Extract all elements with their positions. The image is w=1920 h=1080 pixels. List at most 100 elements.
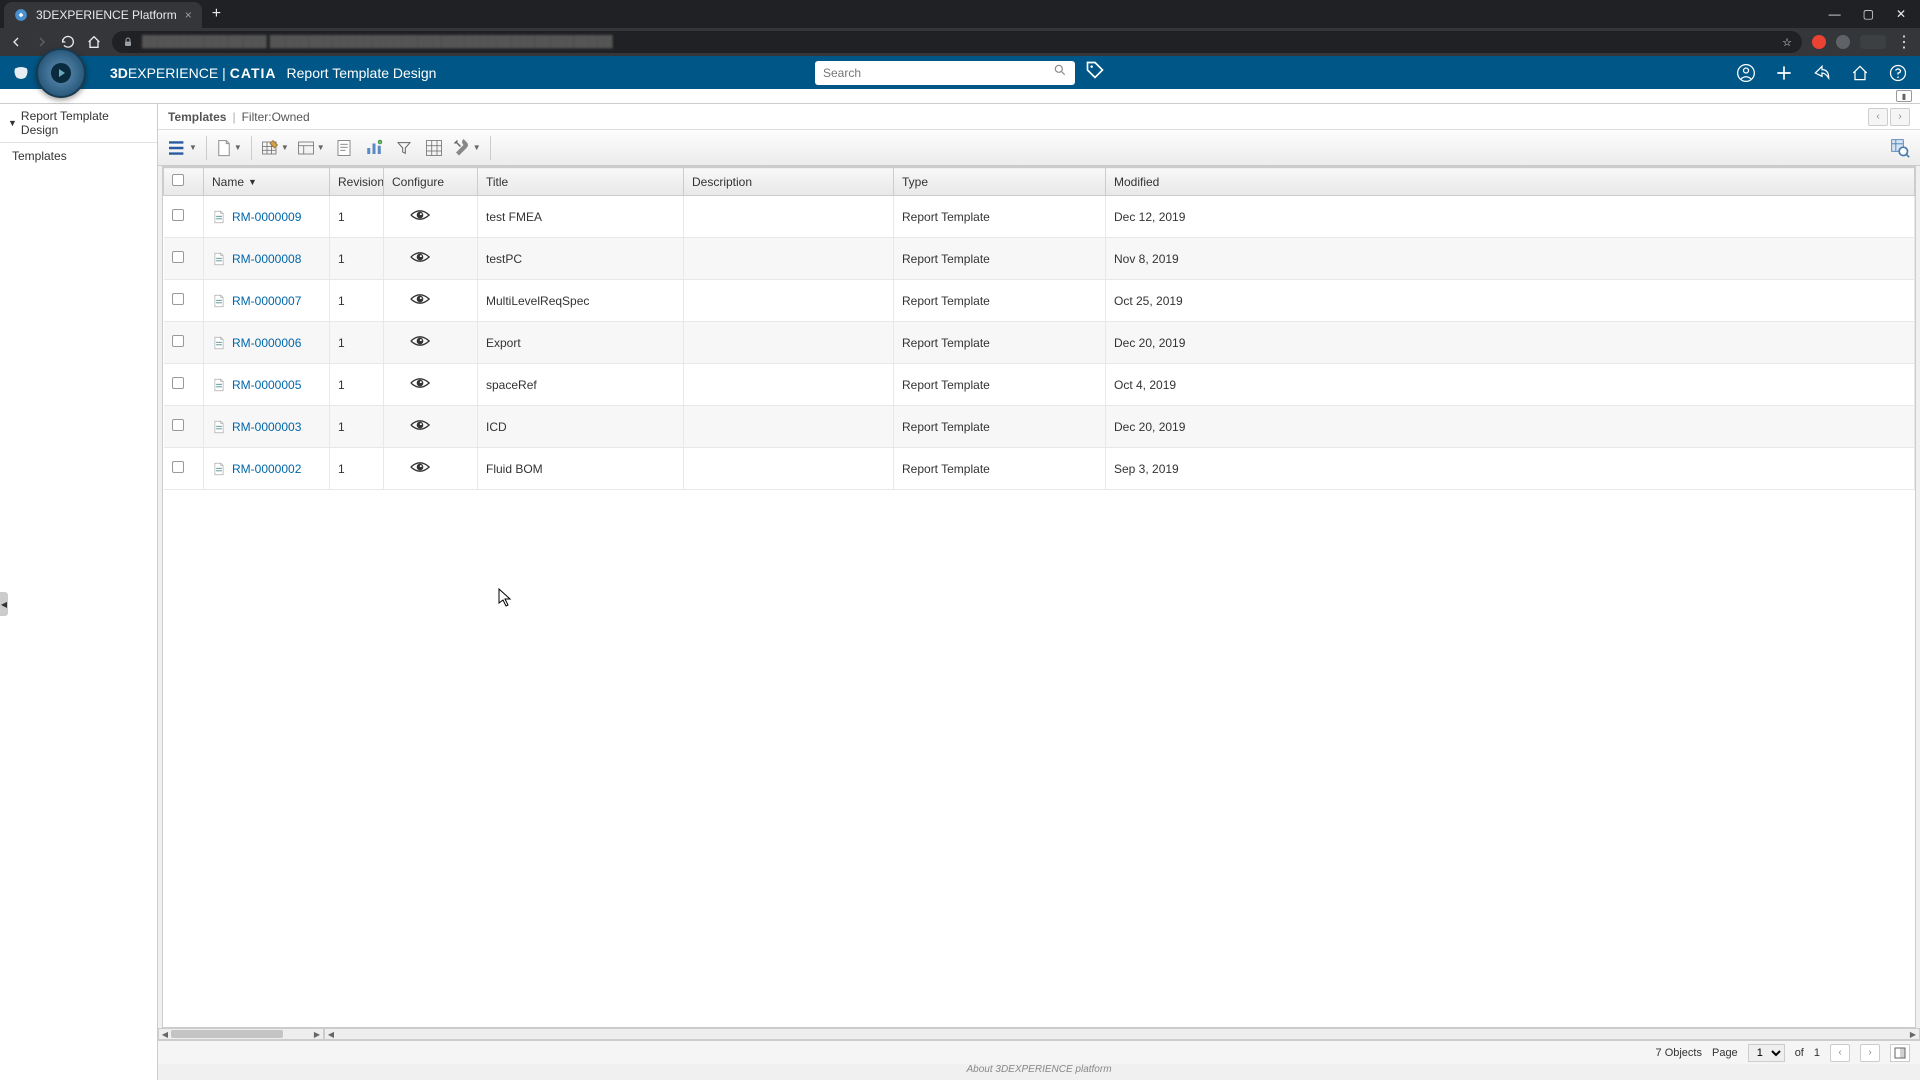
- breadcrumb-next-button[interactable]: ›: [1890, 108, 1910, 126]
- column-header-modified[interactable]: Modified: [1106, 168, 1915, 196]
- page-select[interactable]: 1: [1748, 1044, 1785, 1062]
- description-cell: [684, 280, 894, 322]
- column-header-title[interactable]: Title: [478, 168, 684, 196]
- new-tab-button[interactable]: +: [212, 5, 221, 23]
- url-bar[interactable]: ████████████████ ███████████████████████…: [112, 31, 1802, 53]
- table-row[interactable]: RM-0000009 1 test FMEA Report Template D…: [164, 196, 1915, 238]
- template-name-link[interactable]: RM-0000009: [232, 210, 301, 224]
- menu-button[interactable]: ▼: [164, 134, 200, 162]
- row-checkbox[interactable]: [172, 377, 184, 389]
- edit-table-button[interactable]: ▼: [258, 134, 292, 162]
- row-checkbox[interactable]: [172, 209, 184, 221]
- column-header-revision[interactable]: Revision: [330, 168, 384, 196]
- type-cell: Report Template: [894, 238, 1106, 280]
- page-total: 1: [1814, 1047, 1820, 1059]
- document-icon: [212, 336, 226, 350]
- close-tab-icon[interactable]: ×: [185, 8, 192, 22]
- new-document-button[interactable]: ▼: [213, 134, 245, 162]
- revision-cell: 1: [330, 280, 384, 322]
- preview-eye-icon[interactable]: [410, 418, 430, 432]
- column-header-configure[interactable]: Configure: [384, 168, 478, 196]
- search-icon[interactable]: [1053, 63, 1067, 82]
- preview-eye-icon[interactable]: [410, 460, 430, 474]
- select-all-checkbox[interactable]: [172, 174, 184, 186]
- table-row[interactable]: RM-0000003 1 ICD Report Template Dec 20,…: [164, 406, 1915, 448]
- scroll-left-button[interactable]: ◀: [159, 1030, 171, 1039]
- share-icon[interactable]: [1812, 63, 1832, 83]
- grid-button[interactable]: [420, 134, 448, 162]
- tag-icon[interactable]: [1085, 60, 1105, 85]
- report-button[interactable]: [330, 134, 358, 162]
- back-button[interactable]: [8, 34, 24, 50]
- filter-button[interactable]: [390, 134, 418, 162]
- profile-icon[interactable]: [1860, 35, 1886, 49]
- table-row[interactable]: RM-0000006 1 Export Report Template Dec …: [164, 322, 1915, 364]
- revision-cell: 1: [330, 448, 384, 490]
- home-icon[interactable]: [1850, 63, 1870, 83]
- title-cell: test FMEA: [478, 196, 684, 238]
- search-input[interactable]: [823, 66, 1053, 80]
- table-row[interactable]: RM-0000002 1 Fluid BOM Report Template S…: [164, 448, 1915, 490]
- row-checkbox[interactable]: [172, 293, 184, 305]
- row-checkbox[interactable]: [172, 335, 184, 347]
- scroll-right-button-2[interactable]: ▶: [1907, 1030, 1919, 1039]
- layout-toggle-button[interactable]: [1890, 1044, 1910, 1062]
- page-next-button[interactable]: ›: [1860, 1044, 1880, 1062]
- page-prev-button[interactable]: ‹: [1830, 1044, 1850, 1062]
- type-cell: Report Template: [894, 280, 1106, 322]
- template-name-link[interactable]: RM-0000006: [232, 336, 301, 350]
- row-checkbox[interactable]: [172, 461, 184, 473]
- template-name-link[interactable]: RM-0000002: [232, 462, 301, 476]
- breadcrumb-templates[interactable]: Templates: [168, 110, 226, 124]
- template-name-link[interactable]: RM-0000007: [232, 294, 301, 308]
- compass-button[interactable]: [36, 48, 86, 98]
- about-link[interactable]: About 3DEXPERIENCE platform: [158, 1064, 1920, 1080]
- home-button[interactable]: [86, 34, 102, 50]
- template-name-link[interactable]: RM-0000008: [232, 252, 301, 266]
- column-header-type[interactable]: Type: [894, 168, 1106, 196]
- bookmark-star-icon[interactable]: ☆: [1782, 36, 1792, 49]
- chart-button[interactable]: +: [360, 134, 388, 162]
- sidebar-collapse-tab[interactable]: ◀: [0, 592, 8, 616]
- row-checkbox[interactable]: [172, 251, 184, 263]
- template-name-link[interactable]: RM-0000005: [232, 378, 301, 392]
- column-header-name[interactable]: Name▼: [204, 168, 330, 196]
- view-button[interactable]: ▼: [294, 134, 328, 162]
- extension-icon-1[interactable]: [1812, 35, 1826, 49]
- preview-eye-icon[interactable]: [410, 250, 430, 264]
- search-table-button[interactable]: [1886, 134, 1914, 162]
- sidebar-item-templates[interactable]: Templates: [0, 143, 157, 169]
- close-window-button[interactable]: ✕: [1896, 7, 1906, 21]
- add-icon[interactable]: [1774, 63, 1794, 83]
- scroll-right-button[interactable]: ▶: [311, 1030, 323, 1039]
- minimize-button[interactable]: —: [1829, 7, 1841, 21]
- breadcrumb-filter[interactable]: Filter:Owned: [242, 110, 310, 124]
- column-header-description[interactable]: Description: [684, 168, 894, 196]
- scrollbar-thumb[interactable]: [171, 1030, 283, 1038]
- row-checkbox[interactable]: [172, 419, 184, 431]
- panel-collapse-handle[interactable]: ▮: [1896, 90, 1912, 102]
- table-row[interactable]: RM-0000007 1 MultiLevelReqSpec Report Te…: [164, 280, 1915, 322]
- browser-tab[interactable]: 3DEXPERIENCE Platform ×: [4, 2, 202, 28]
- extension-icon-2[interactable]: [1836, 35, 1850, 49]
- preview-eye-icon[interactable]: [410, 334, 430, 348]
- preview-eye-icon[interactable]: [410, 292, 430, 306]
- caret-down-icon: ▼: [8, 118, 17, 128]
- browser-menu-button[interactable]: ⋮: [1896, 32, 1912, 52]
- revision-cell: 1: [330, 322, 384, 364]
- user-icon[interactable]: [1736, 63, 1756, 83]
- breadcrumb-prev-button[interactable]: ‹: [1868, 108, 1888, 126]
- search-box[interactable]: [815, 61, 1075, 85]
- browser-tab-bar: 3DEXPERIENCE Platform × + — ▢ ✕: [0, 0, 1920, 28]
- table-row[interactable]: RM-0000008 1 testPC Report Template Nov …: [164, 238, 1915, 280]
- sidebar-root[interactable]: ▼ Report Template Design: [0, 104, 157, 143]
- table-row[interactable]: RM-0000005 1 spaceRef Report Template Oc…: [164, 364, 1915, 406]
- help-icon[interactable]: [1888, 63, 1908, 83]
- preview-eye-icon[interactable]: [410, 376, 430, 390]
- modified-cell: Nov 8, 2019: [1106, 238, 1915, 280]
- maximize-button[interactable]: ▢: [1863, 7, 1874, 21]
- template-name-link[interactable]: RM-0000003: [232, 420, 301, 434]
- scroll-left-button-2[interactable]: ◀: [325, 1030, 337, 1039]
- tools-button[interactable]: ▼: [450, 134, 484, 162]
- preview-eye-icon[interactable]: [410, 208, 430, 222]
